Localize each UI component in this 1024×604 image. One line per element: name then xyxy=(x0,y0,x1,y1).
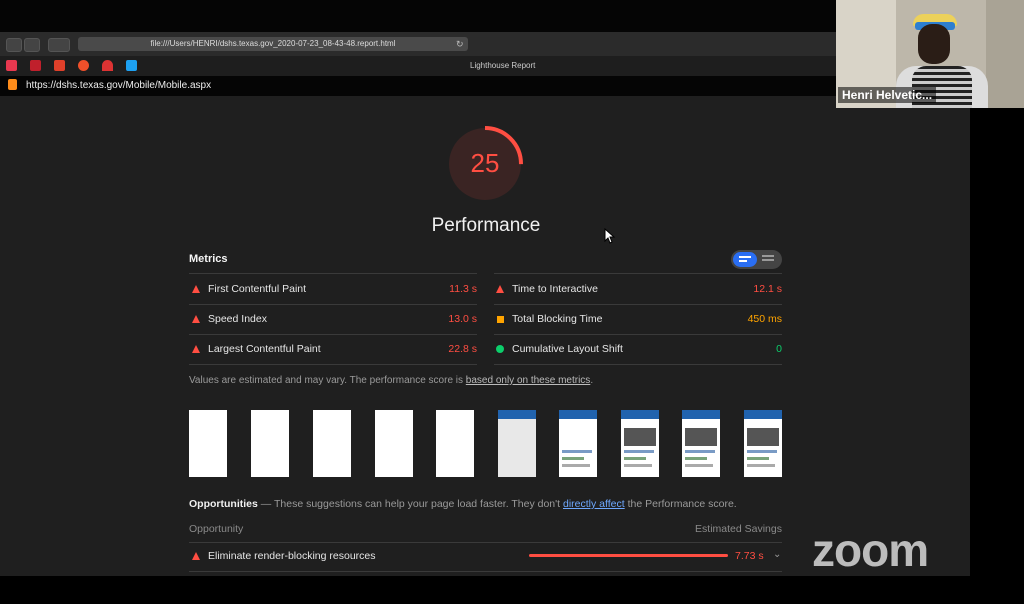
metric-label: First Contentful Paint xyxy=(208,283,307,295)
zoom-logo: zoom xyxy=(812,524,929,576)
metrics-header: Metrics xyxy=(189,253,228,265)
black-margin xyxy=(0,576,970,604)
note-suffix: . xyxy=(590,375,594,386)
metric-value: 11.3 s xyxy=(449,283,477,295)
fail-icon xyxy=(496,285,504,293)
fail-icon xyxy=(192,345,200,353)
filmstrip-frame xyxy=(375,410,413,477)
average-icon xyxy=(497,316,504,323)
filmstrip-frame xyxy=(559,410,597,477)
metric-value: 450 ms xyxy=(747,313,782,325)
mouse-cursor-icon xyxy=(604,228,616,244)
metric-value: 13.0 s xyxy=(448,313,477,325)
metric-label: Speed Index xyxy=(208,313,267,325)
filmstrip-frame xyxy=(436,410,474,477)
filmstrip-frame xyxy=(744,410,782,477)
chevron-down-icon[interactable]: ⌄ xyxy=(773,549,781,560)
pass-icon xyxy=(496,345,504,353)
metric-value: 12.1 s xyxy=(753,283,782,295)
toggle-expanded-icon[interactable] xyxy=(762,255,774,257)
column-savings: Estimated Savings xyxy=(695,523,782,535)
filmstrip-frame xyxy=(251,410,289,477)
metric-value: 0 xyxy=(776,343,782,355)
savings-value: 7.73 s xyxy=(735,550,764,562)
metrics-link[interactable]: based only on these metrics xyxy=(466,375,591,386)
opportunities-title: Opportunities xyxy=(189,498,258,510)
divider xyxy=(494,364,782,365)
metrics-note: Values are estimated and may vary. The p… xyxy=(189,375,593,386)
directly-affect-link[interactable]: directly affect xyxy=(563,498,625,510)
report-url[interactable]: https://dshs.texas.gov/Mobile/Mobile.asp… xyxy=(26,80,211,91)
category-title: Performance xyxy=(431,215,541,236)
opportunities-header: Opportunities — These suggestions can he… xyxy=(189,498,737,510)
fail-icon xyxy=(192,285,200,293)
bookmark-icon[interactable] xyxy=(30,60,41,71)
bookmark-icon[interactable] xyxy=(102,60,113,71)
tab-title[interactable]: Lighthouse Report xyxy=(470,61,535,70)
sidebar-icon[interactable] xyxy=(48,38,70,52)
bookmark-icon[interactable] xyxy=(6,60,17,71)
filmstrip-frame xyxy=(189,410,227,477)
fail-icon xyxy=(192,552,200,560)
metric-label: Time to Interactive xyxy=(512,283,598,295)
fail-icon xyxy=(192,315,200,323)
divider xyxy=(189,273,477,274)
opportunities-desc-end: the Performance score. xyxy=(624,498,737,510)
toggle-compact-view[interactable] xyxy=(733,252,757,267)
black-margin xyxy=(970,108,1024,604)
participant-name: Henri Helvetic... xyxy=(838,87,937,103)
reload-icon[interactable]: ↻ xyxy=(456,37,464,51)
bookmark-icon[interactable] xyxy=(54,60,65,71)
filmstrip-frame xyxy=(682,410,720,477)
divider xyxy=(189,542,782,543)
divider xyxy=(494,334,782,335)
metric-value: 22.8 s xyxy=(448,343,477,355)
bookmark-icon[interactable] xyxy=(78,60,89,71)
toggle-expanded-icon xyxy=(762,259,774,261)
note-text: Values are estimated and may vary. The p… xyxy=(189,375,466,386)
opportunity-label[interactable]: Eliminate render-blocking resources xyxy=(208,550,376,562)
divider xyxy=(189,304,477,305)
back-button[interactable] xyxy=(6,38,22,52)
forward-button[interactable] xyxy=(24,38,40,52)
opportunities-desc: — These suggestions can help your page l… xyxy=(257,498,563,510)
divider xyxy=(189,571,782,572)
savings-bar xyxy=(529,554,728,557)
metric-label: Cumulative Layout Shift xyxy=(512,343,623,355)
filmstrip-frame xyxy=(498,410,536,477)
twitter-icon[interactable] xyxy=(126,60,137,71)
browser-url-field[interactable]: file:///Users/HENRI/dshs.texas.gov_2020-… xyxy=(78,37,468,51)
filmstrip-frame xyxy=(313,410,351,477)
divider xyxy=(494,304,782,305)
lighthouse-icon xyxy=(8,79,17,90)
divider xyxy=(189,364,477,365)
window-top-bar xyxy=(0,0,836,32)
metric-label: Largest Contentful Paint xyxy=(208,343,321,355)
column-opportunity: Opportunity xyxy=(189,523,244,535)
divider xyxy=(189,334,477,335)
metric-label: Total Blocking Time xyxy=(512,313,603,325)
filmstrip-frame xyxy=(621,410,659,477)
performance-score: 25 xyxy=(470,148,500,178)
divider xyxy=(494,273,782,274)
